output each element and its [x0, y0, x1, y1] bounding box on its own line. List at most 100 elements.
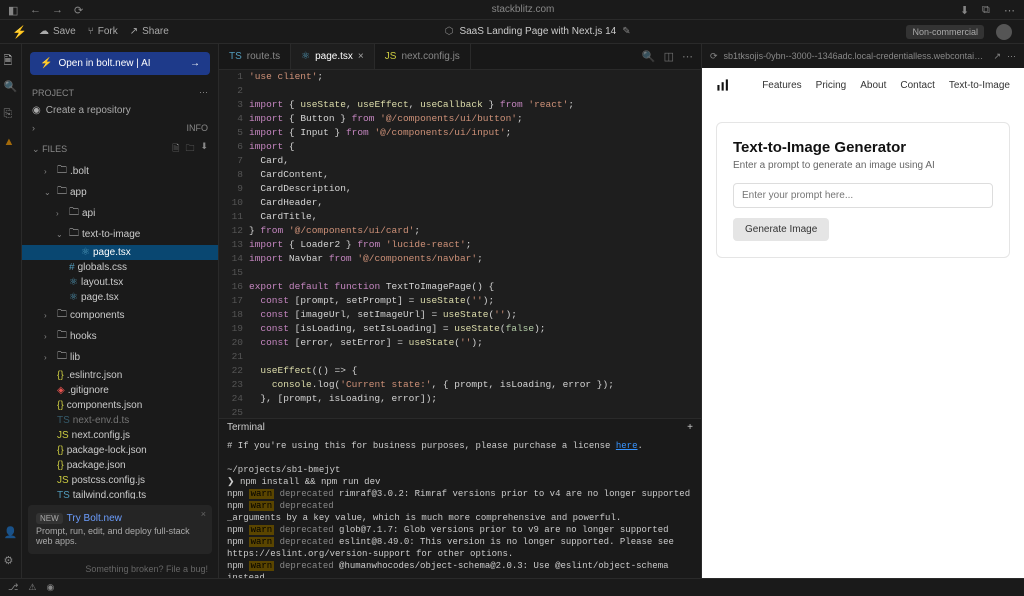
forward-icon[interactable]: → — [52, 4, 64, 16]
new-folder-icon[interactable]: 🗀 — [185, 141, 194, 157]
tree-folder-lib[interactable]: ›🗀 lib — [22, 347, 218, 368]
info-section-header[interactable]: ›INFO — [22, 119, 218, 137]
preview-url-bar: ⟳ sb1tksojis-0ybn--3000--1346adc.local-c… — [702, 44, 1024, 68]
status-bar: ⎇ ⚠ ◉ — [0, 578, 1024, 596]
logo-icon[interactable]: ⚡ — [12, 25, 27, 39]
account-icon[interactable]: 👤 — [4, 526, 18, 540]
tree-file-gitignore[interactable]: ◈ .gitignore — [22, 383, 218, 398]
tree-file-package-lock[interactable]: {} package-lock.json — [22, 443, 218, 458]
more-tabs-icon[interactable]: ⋯ — [682, 50, 693, 63]
download-files-icon[interactable]: ⬇ — [200, 141, 208, 157]
new-badge: NEW — [36, 513, 63, 524]
terminal-add-icon[interactable]: + — [687, 422, 693, 433]
preview-pane: ⟳ sb1tksojis-0ybn--3000--1346adc.local-c… — [701, 44, 1024, 578]
editor-area: TSroute.ts ⚛page.tsx× JSnext.config.js 🔍… — [219, 44, 701, 578]
tab-page[interactable]: ⚛page.tsx× — [291, 44, 375, 69]
preview-nav: Features Pricing About Contact Text-to-I… — [702, 68, 1024, 102]
code-editor[interactable]: 1234567891011121314151617181920212223242… — [219, 70, 701, 418]
arrow-right-icon: → — [190, 58, 200, 69]
files-section-header[interactable]: ⌄ FILES 🗎 🗀 ⬇ — [22, 137, 218, 161]
tabs-row: TSroute.ts ⚛page.tsx× JSnext.config.js 🔍… — [219, 44, 701, 70]
nav-contact[interactable]: Contact — [900, 80, 934, 91]
tree-file-components-json[interactable]: {} components.json — [22, 398, 218, 413]
terminal-output[interactable]: # If you're using this for business purp… — [219, 436, 701, 578]
card-title: Text-to-Image Generator — [733, 139, 993, 156]
bolt-icon: ⚡ — [40, 58, 52, 69]
tree-file-eslintrc[interactable]: {} .eslintrc.json — [22, 368, 218, 383]
ports-icon[interactable]: ⎘ — [4, 108, 18, 122]
close-tab-icon[interactable]: × — [358, 51, 364, 62]
new-file-icon[interactable]: 🗎 — [172, 141, 179, 157]
save-button[interactable]: ☁Save — [39, 26, 76, 37]
nav-about[interactable]: About — [860, 80, 886, 91]
tree-folder-app[interactable]: ⌄🗀 app — [22, 182, 218, 203]
tree-folder-t2i[interactable]: ⌄🗀 text-to-image — [22, 224, 218, 245]
preview-content: Features Pricing About Contact Text-to-I… — [702, 68, 1024, 578]
bolt-promo: × NEWTry Bolt.new Prompt, run, edit, and… — [28, 505, 212, 554]
kebab-icon[interactable]: ⋯ — [199, 87, 208, 98]
create-repo-button[interactable]: ◉ Create a repository — [22, 102, 218, 119]
nav-t2i[interactable]: Text-to-Image — [949, 80, 1010, 91]
browser-chrome: ◧ ← → ⟳ stackblitz.com ⬇ ⧉ ⋯ — [0, 0, 1024, 20]
files-icon[interactable]: 🗎 — [4, 52, 18, 66]
search-activity-icon[interactable]: 🔍 — [4, 80, 18, 94]
card-subtitle: Enter a prompt to generate an image usin… — [733, 160, 993, 171]
nav-features[interactable]: Features — [762, 80, 801, 91]
tree-file-next-env[interactable]: TS next-env.d.ts — [22, 413, 218, 428]
tab-config[interactable]: JSnext.config.js — [375, 44, 471, 69]
toolbar: ⚡ ☁Save ⑂Fork ↗Share ⬡ SaaS Landing Page… — [0, 20, 1024, 44]
settings-icon[interactable]: ⚙ — [4, 554, 18, 568]
file-tree: ›🗀 .bolt ⌄🗀 app ›🗀 api ⌄🗀 text-to-image … — [22, 161, 218, 499]
promo-subtitle: Prompt, run, edit, and deploy full-stack… — [36, 526, 204, 546]
terminal-panel: Terminal + # If you're using this for bu… — [219, 418, 701, 578]
tree-file-tailwind[interactable]: TS tailwind.config.ts — [22, 488, 218, 499]
open-new-icon[interactable]: ↗ — [993, 51, 1001, 62]
fork-button[interactable]: ⑂Fork — [88, 26, 118, 37]
bar-chart-icon — [716, 78, 730, 92]
non-commercial-badge: Non-commercial — [906, 25, 984, 39]
project-title: ⬡ SaaS Landing Page with Next.js 14 ✎ — [181, 26, 895, 37]
status-terminal-icon[interactable]: ⎇ — [8, 582, 18, 593]
nav-pricing[interactable]: Pricing — [816, 80, 847, 91]
sidebar: ⚡ Open in bolt.new | AI → PROJECT ⋯ ◉ Cr… — [22, 44, 219, 578]
tab-route[interactable]: TSroute.ts — [219, 44, 291, 69]
tree-folder-hooks[interactable]: ›🗀 hooks — [22, 326, 218, 347]
preview-url-text[interactable]: sb1tksojis-0ybn--3000--1346adc.local-cre… — [724, 51, 988, 61]
firebase-icon[interactable]: ▲ — [4, 136, 18, 150]
reload-icon[interactable]: ⟳ — [74, 4, 86, 16]
tree-folder-api[interactable]: ›🗀 api — [22, 203, 218, 224]
tree-file-package-json[interactable]: {} package.json — [22, 458, 218, 473]
prompt-input[interactable] — [733, 183, 993, 208]
project-section-header[interactable]: PROJECT ⋯ — [22, 83, 218, 102]
tree-file-next-config[interactable]: JS next.config.js — [22, 428, 218, 443]
preview-more-icon[interactable]: ⋯ — [1007, 51, 1016, 62]
open-bolt-button[interactable]: ⚡ Open in bolt.new | AI → — [30, 52, 210, 75]
generate-button[interactable]: Generate Image — [733, 218, 829, 241]
browser-url[interactable]: stackblitz.com — [94, 4, 952, 15]
status-ports-icon[interactable]: ◉ — [46, 582, 54, 593]
status-alerts-icon[interactable]: ⚠ — [28, 582, 36, 593]
download-icon[interactable]: ⬇ — [960, 4, 972, 16]
terminal-tab[interactable]: Terminal — [227, 422, 265, 433]
github-icon: ◉ — [32, 105, 41, 116]
tree-file-postcss[interactable]: JS postcss.config.js — [22, 473, 218, 488]
activity-bar: 🗎 🔍 ⎘ ▲ 👤 ⚙ — [0, 44, 22, 578]
share-button[interactable]: ↗Share — [130, 26, 169, 37]
tree-file-page-tsx[interactable]: ⚛ page.tsx — [22, 245, 218, 260]
tree-file-layout-tsx[interactable]: ⚛ layout.tsx — [22, 275, 218, 290]
feedback-link[interactable]: Something broken? File a bug! — [22, 560, 218, 578]
reload-preview-icon[interactable]: ⟳ — [710, 51, 718, 62]
copy-icon[interactable]: ⧉ — [982, 4, 994, 16]
sidebar-toggle-icon[interactable]: ◧ — [8, 4, 20, 16]
tree-folder-components[interactable]: ›🗀 components — [22, 305, 218, 326]
search-icon[interactable]: 🔍 — [642, 50, 656, 63]
back-icon[interactable]: ← — [30, 4, 42, 16]
avatar[interactable] — [996, 24, 1012, 40]
tree-file-page-tsx-root[interactable]: ⚛ page.tsx — [22, 290, 218, 305]
tree-folder-bolt[interactable]: ›🗀 .bolt — [22, 161, 218, 182]
generator-card: Text-to-Image Generator Enter a prompt t… — [716, 122, 1010, 258]
more-icon[interactable]: ⋯ — [1004, 4, 1016, 16]
tree-file-globals-css[interactable]: # globals.css — [22, 260, 218, 275]
split-icon[interactable]: ◫ — [664, 50, 674, 63]
close-icon[interactable]: × — [201, 509, 206, 519]
